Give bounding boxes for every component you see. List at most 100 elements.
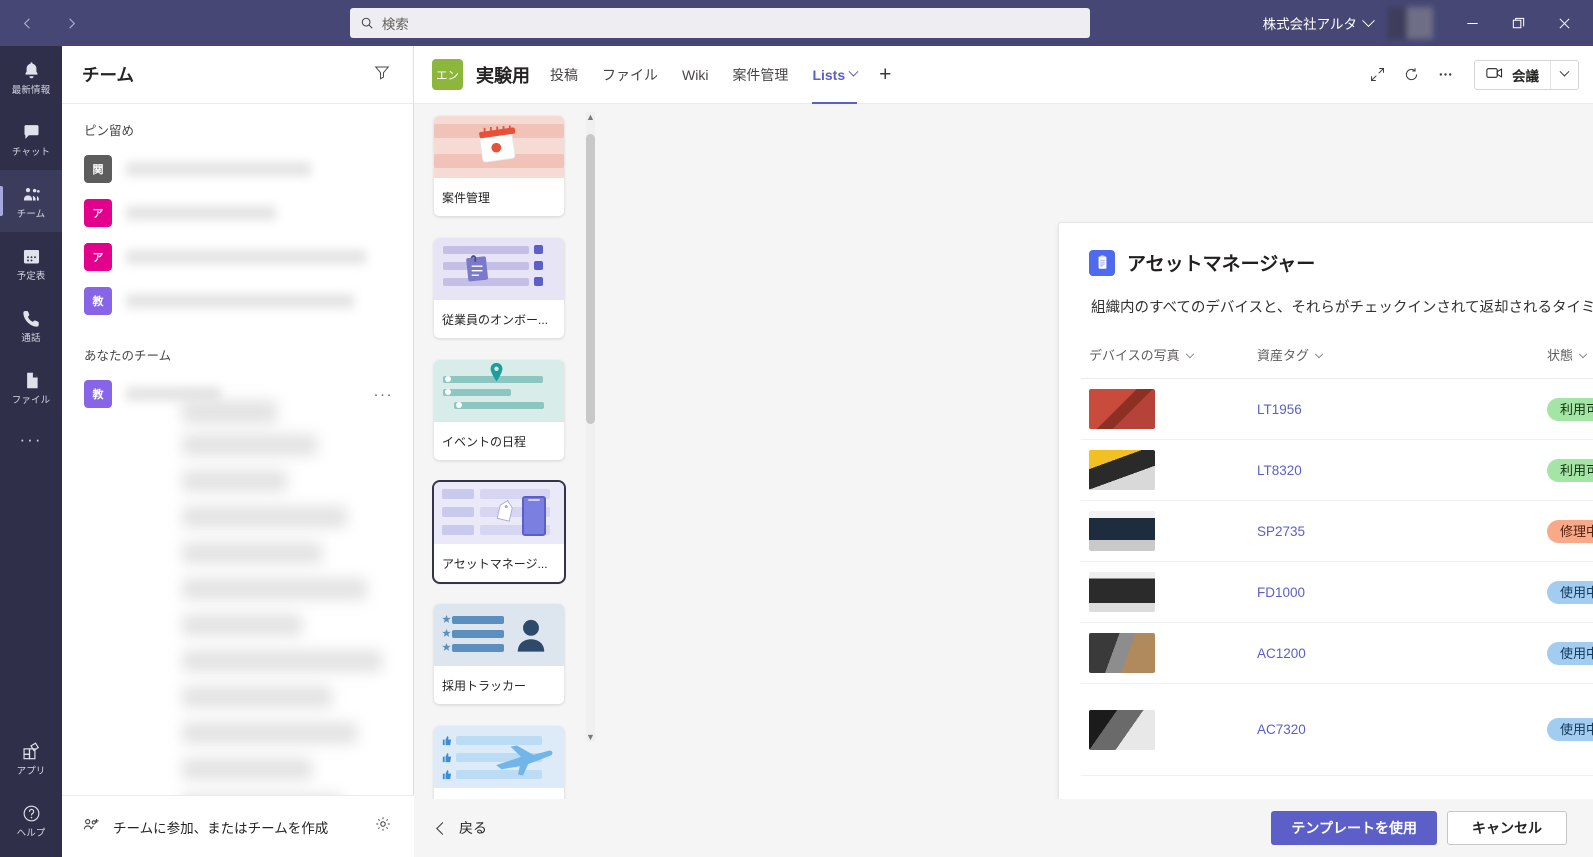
org-name: 株式会社アルタ: [1263, 13, 1357, 33]
forward-icon[interactable]: [58, 10, 84, 36]
table-row[interactable]: LT1956 利用可能 Contoso, Ltd. Surface Go 2: [1081, 379, 1593, 440]
search-input[interactable]: 検索: [350, 8, 1090, 38]
calendar-icon: [21, 245, 42, 269]
rail-item-activity[interactable]: 最新情報: [0, 46, 62, 108]
teams-pane-header: チーム: [62, 46, 413, 104]
tab-label: Lists: [812, 67, 845, 83]
template-card-employee-onboarding[interactable]: 従業員のオンボー...: [434, 238, 564, 338]
asset-tag-link[interactable]: LT1956: [1257, 402, 1302, 417]
tab-posts[interactable]: 投稿: [550, 46, 578, 104]
rail-more-icon[interactable]: ···: [0, 418, 62, 462]
teams-pane-footer: チームに参加、またはチームを作成: [62, 795, 414, 857]
asset-tag-link[interactable]: LT8320: [1257, 463, 1302, 478]
search-area: 検索: [185, 8, 1255, 38]
status-badge: 修理中: [1547, 520, 1593, 543]
list-item[interactable]: 教: [62, 279, 413, 323]
list-item[interactable]: ア: [62, 191, 413, 235]
channel-header-actions: 会議: [1360, 58, 1579, 92]
column-label: デバイスの写真: [1089, 348, 1180, 363]
tab-lists[interactable]: Lists: [812, 46, 857, 104]
chevron-down-icon: [1185, 350, 1193, 358]
channel-blurred: [182, 722, 357, 744]
column-header-device-photo[interactable]: デバイスの写真: [1081, 339, 1249, 379]
template-card-event-itinerary[interactable]: イベントの日程: [434, 360, 564, 460]
column-header-asset-tag[interactable]: 資産タグ: [1249, 339, 1539, 379]
table-row[interactable]: LT8320 利用可能 Microsoft Surface Go: [1081, 440, 1593, 501]
device-photo: [1089, 633, 1155, 673]
template-preview-table: デバイスの写真 資産タグ 状態 製造元 モデル: [1081, 339, 1593, 776]
tab-files[interactable]: ファイル: [602, 46, 658, 104]
cell-asset-tag: AC7320: [1249, 684, 1539, 776]
close-button[interactable]: [1541, 0, 1587, 46]
scroll-up-icon[interactable]: ▲: [585, 112, 596, 122]
cancel-button[interactable]: キャンセル: [1447, 811, 1567, 845]
status-badge: 使用中: [1547, 718, 1593, 741]
template-detail-title-row: アセットマネージャー: [1089, 249, 1593, 276]
tab-issue-management[interactable]: 案件管理: [732, 46, 788, 104]
table-row[interactable]: SP2735 修理中 Fabrikam, Inc. Surface Pro X: [1081, 501, 1593, 562]
list-item[interactable]: ア: [62, 235, 413, 279]
more-icon[interactable]: [1428, 58, 1462, 92]
column-header-status[interactable]: 状態: [1539, 339, 1593, 379]
channel-blurred: [182, 470, 287, 492]
table-body: LT1956 利用可能 Contoso, Ltd. Surface Go 2 L…: [1081, 379, 1593, 776]
expand-icon[interactable]: [1360, 58, 1394, 92]
avatar[interactable]: [1387, 7, 1433, 39]
rail-item-chat[interactable]: チャット: [0, 108, 62, 170]
cell-status: 使用中: [1539, 684, 1593, 776]
template-card-recruitment-tracker[interactable]: 採用トラッカー: [434, 604, 564, 704]
minimize-button[interactable]: [1449, 0, 1495, 46]
cell-device-photo: [1081, 379, 1249, 440]
video-icon: [1486, 66, 1505, 83]
template-card-asset-manager[interactable]: アセットマネージ...: [434, 482, 564, 582]
gear-icon[interactable]: [374, 815, 392, 838]
join-or-create-team-button[interactable]: チームに参加、またはチームを作成: [82, 815, 328, 839]
cell-device-photo: [1081, 623, 1249, 684]
asset-tag-link[interactable]: AC7320: [1257, 722, 1306, 737]
tab-wiki[interactable]: Wiki: [682, 46, 708, 104]
teams-list-body: ピン留め 関 ア ア 教 あなたのチーム 教 ···: [62, 104, 413, 804]
back-button[interactable]: 戻る: [438, 818, 487, 838]
teams-icon: [21, 183, 42, 207]
rail-item-apps[interactable]: アプリ: [0, 727, 62, 789]
add-tab-button[interactable]: +: [879, 63, 891, 87]
template-card-issue-tracking[interactable]: 案件管理: [434, 116, 564, 216]
back-icon[interactable]: [14, 10, 40, 36]
avatar: ア: [84, 243, 112, 271]
team-name-blurred: [126, 294, 354, 308]
meet-dropdown-button[interactable]: [1550, 60, 1578, 90]
list-item[interactable]: 関: [62, 147, 413, 191]
use-template-button[interactable]: テンプレートを使用: [1271, 811, 1437, 845]
rail-item-help[interactable]: ヘルプ: [0, 789, 62, 851]
asset-tag-link[interactable]: FD1000: [1257, 585, 1305, 600]
restore-button[interactable]: [1495, 0, 1541, 46]
template-name: アセットマネージ...: [434, 544, 564, 582]
template-thumbnail: [434, 604, 564, 666]
org-switcher[interactable]: 株式会社アルタ: [1255, 13, 1381, 33]
avatar: ア: [84, 199, 112, 227]
asset-tag-link[interactable]: SP2735: [1257, 524, 1305, 539]
refresh-icon[interactable]: [1394, 58, 1428, 92]
table-row[interactable]: AC1200 使用中 Trey Research Surface Headpho…: [1081, 623, 1593, 684]
rail-item-files[interactable]: ファイル: [0, 356, 62, 418]
asset-tag-link[interactable]: AC1200: [1257, 646, 1306, 661]
chevron-down-icon: [1362, 14, 1375, 27]
rail-label: 通話: [21, 333, 40, 344]
cell-device-photo: [1081, 684, 1249, 776]
meet-now-button[interactable]: 会議: [1475, 60, 1550, 90]
table-row[interactable]: AC7320 使用中 Microsoft Surface Headphon: [1081, 684, 1593, 776]
more-icon[interactable]: ···: [374, 386, 394, 403]
table-row[interactable]: FD1000 使用中 Trey Research Ergonomic Keybo: [1081, 562, 1593, 623]
team-name-blurred: [126, 162, 311, 176]
template-list-scroll-thumb[interactable]: [586, 134, 595, 424]
rail-item-calendar[interactable]: 予定表: [0, 232, 62, 294]
rail-item-calls[interactable]: 通話: [0, 294, 62, 356]
scroll-down-icon[interactable]: ▼: [585, 732, 596, 742]
cell-device-photo: [1081, 562, 1249, 623]
rail-item-teams[interactable]: チーム: [0, 170, 62, 232]
template-list: 案件管理: [414, 104, 599, 857]
channel-blurred: [182, 614, 302, 636]
filter-icon[interactable]: [373, 63, 391, 86]
back-label: 戻る: [459, 818, 487, 838]
nav-buttons: [0, 10, 185, 36]
